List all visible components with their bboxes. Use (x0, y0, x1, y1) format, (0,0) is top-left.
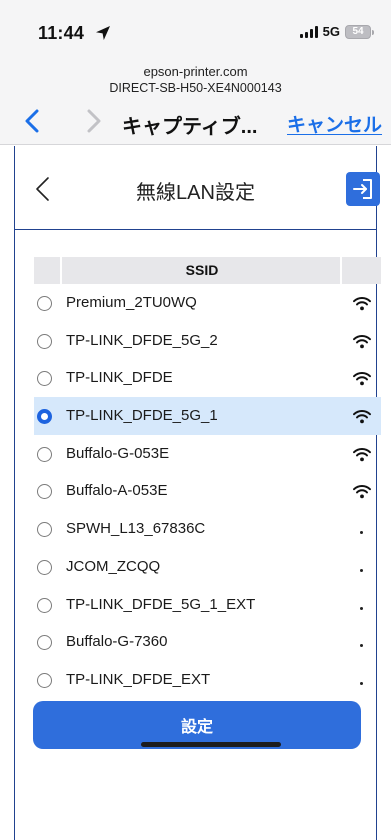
wifi-icon (352, 483, 372, 499)
network-type: 5G (322, 24, 340, 39)
weak-signal-icon (360, 681, 363, 685)
wifi-icon (352, 408, 372, 424)
status-indicators: 5G 54 (299, 24, 374, 39)
radio-button[interactable] (37, 559, 52, 575)
app-header: 無線LAN設定 (15, 146, 380, 230)
battery-icon: 54 (345, 24, 374, 39)
page-content: 無線LAN設定 SSID Premium_2TU0WQ TP-LINK_DFDE_… (14, 146, 381, 840)
radio-button[interactable] (37, 296, 52, 311)
ssid-name: Buffalo-G-053E (66, 444, 170, 462)
radio-button[interactable] (37, 522, 52, 538)
exit-icon (353, 179, 372, 199)
screen: 11:44 5G 54 epson-printer.com DIRECT-SB-… (0, 0, 391, 840)
radio-button[interactable] (37, 635, 52, 651)
weak-signal-icon (360, 606, 363, 610)
table-row[interactable]: TP-LINK_DFDE_EXT (34, 661, 381, 699)
table-row[interactable]: Buffalo-A-053E (34, 472, 381, 510)
portal-network-name: DIRECT-SB-H50-XE4N000143 (109, 81, 282, 95)
table-row[interactable]: TP-LINK_DFDE_5G_1 (34, 397, 381, 435)
chevron-left-icon[interactable] (22, 108, 42, 134)
radio-button[interactable] (37, 484, 52, 500)
wifi-icon (352, 295, 372, 311)
table-row[interactable]: JCOM_ZCQQ (34, 548, 381, 586)
cellular-signal-icon (299, 25, 318, 38)
radio-button-selected[interactable] (37, 409, 52, 425)
page-title: 無線LAN設定 (136, 182, 255, 204)
table-row[interactable]: Buffalo-G-7360 (34, 623, 381, 661)
chevron-right-icon[interactable] (84, 108, 104, 134)
radio-button[interactable] (37, 371, 52, 387)
portal-domain: epson-printer.com (143, 64, 248, 79)
table-row[interactable]: Premium_2TU0WQ (34, 284, 381, 322)
radio-button[interactable] (37, 672, 52, 688)
battery-level: 54 (352, 26, 364, 37)
wifi-icon (352, 333, 372, 349)
ssid-name: TP-LINK_DFDE_5G_1 (66, 407, 218, 425)
table-row[interactable]: TP-LINK_DFDE_5G_1_EXT (34, 586, 381, 624)
captive-portal-header: 11:44 5G 54 epson-printer.com DIRECT-SB-… (0, 0, 391, 145)
ssid-name: Buffalo-G-7360 (66, 633, 168, 651)
ssid-name: JCOM_ZCQQ (66, 557, 161, 575)
status-time: 11:44 (38, 23, 85, 43)
radio-button[interactable] (37, 446, 52, 462)
location-arrow-icon (96, 26, 110, 40)
ssid-name: Buffalo-A-053E (66, 482, 168, 500)
table-header: SSID (34, 257, 381, 284)
header-select-column (34, 257, 62, 284)
weak-signal-icon (360, 644, 363, 648)
weak-signal-icon (360, 568, 363, 572)
radio-button[interactable] (37, 333, 52, 349)
portal-title: キャプティブ... (122, 116, 258, 138)
ssid-name: SPWH_L13_67836C (66, 520, 206, 538)
table-row[interactable]: TP-LINK_DFDE_5G_2 (34, 322, 381, 360)
table-row[interactable]: TP-LINK_DFDE (34, 359, 381, 397)
radio-button[interactable] (37, 597, 52, 613)
ssid-name: TP-LINK_DFDE_5G_1_EXT (66, 595, 256, 613)
weak-signal-icon (360, 531, 363, 535)
cancel-button[interactable]: キャンセル (287, 110, 382, 137)
header-ssid: SSID (64, 257, 342, 284)
table-row[interactable]: SPWH_L13_67836C (34, 510, 381, 548)
ssid-table: SSID Premium_2TU0WQ TP-LINK_DFDE_5G_2 TP-L… (34, 257, 381, 699)
wifi-icon (352, 446, 372, 462)
ssid-name: TP-LINK_DFDE_5G_2 (66, 331, 218, 349)
header-signal-column (344, 257, 381, 284)
wifi-icon (352, 370, 372, 386)
ssid-name: TP-LINK_DFDE_EXT (66, 670, 211, 688)
home-indicator (141, 742, 281, 747)
ssid-name: TP-LINK_DFDE (66, 369, 173, 387)
ssid-list: Premium_2TU0WQ TP-LINK_DFDE_5G_2 TP-LINK_D… (34, 284, 381, 699)
table-row[interactable]: Buffalo-G-053E (34, 435, 381, 473)
ssid-name: Premium_2TU0WQ (66, 294, 197, 311)
exit-button[interactable] (346, 172, 380, 206)
